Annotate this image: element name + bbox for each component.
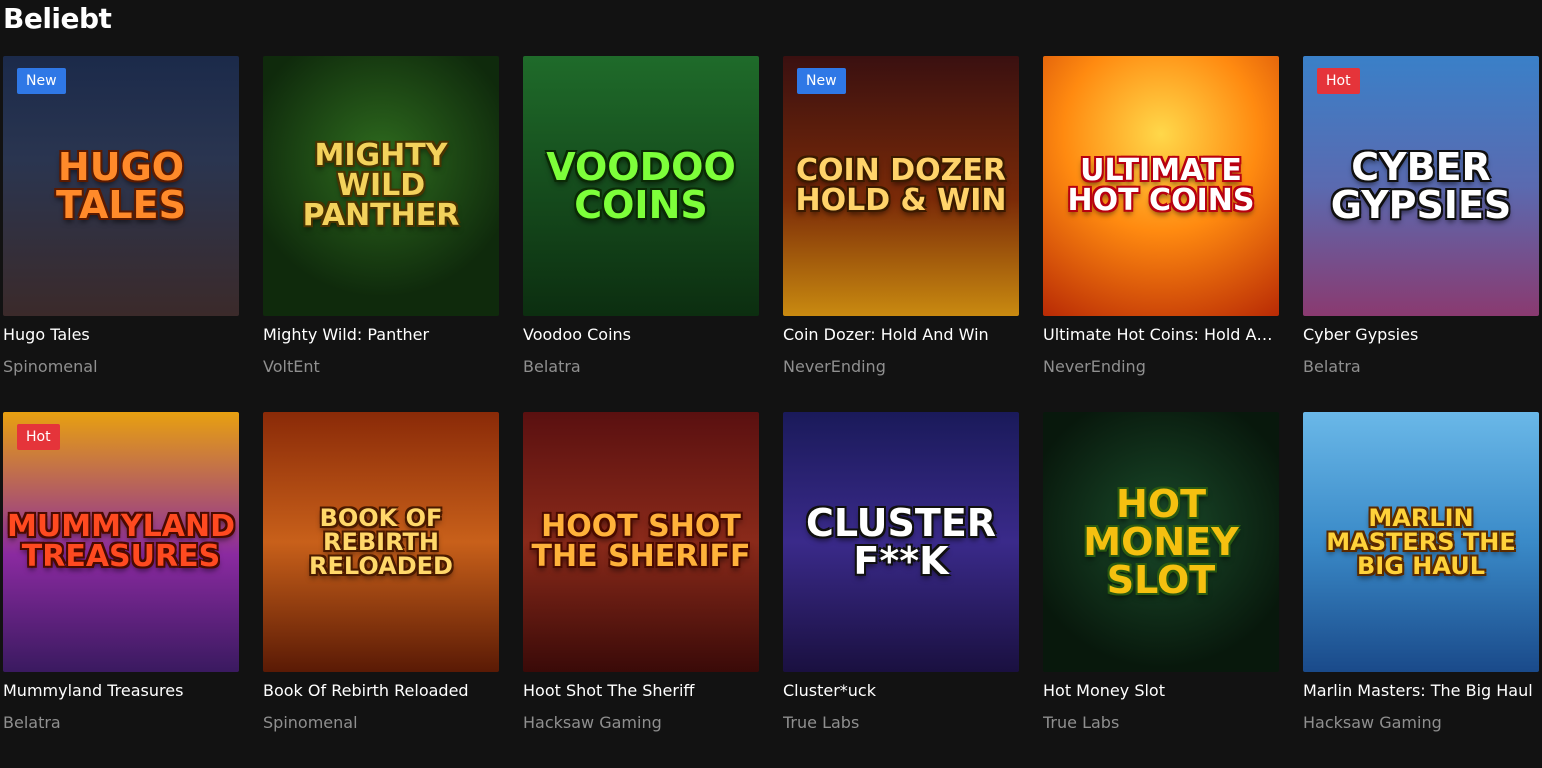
- game-card-10[interactable]: CLUSTER F**K Cluster*uck True Labs: [783, 412, 1019, 768]
- game-title[interactable]: Hot Money Slot: [1043, 681, 1279, 700]
- game-provider: Spinomenal: [263, 713, 358, 732]
- game-provider: Belatra: [3, 713, 61, 732]
- game-thumbnail[interactable]: BOOK OF REBIRTH Reloaded: [263, 412, 499, 672]
- game-logo-text: COIN DOZER HOLD & WIN: [795, 153, 1007, 218]
- game-logo-text: BOOK OF REBIRTH Reloaded: [309, 504, 453, 580]
- section-title: Beliebt: [3, 2, 112, 35]
- game-artwork: VOODOO COINS: [523, 56, 759, 316]
- game-title[interactable]: Hugo Tales: [3, 325, 239, 344]
- game-artwork: MARLIN MASTERS THE BIG HAUL: [1303, 412, 1539, 672]
- game-logo-text: ULTIMATE HOT COINS: [1067, 153, 1255, 218]
- game-provider: Hacksaw Gaming: [523, 713, 662, 732]
- game-artwork: BOOK OF REBIRTH Reloaded: [263, 412, 499, 672]
- game-provider: Hacksaw Gaming: [1303, 713, 1442, 732]
- game-thumbnail[interactable]: CLUSTER F**K: [783, 412, 1019, 672]
- game-provider: NeverEnding: [1043, 357, 1146, 376]
- game-card-9[interactable]: HOOT SHOT THE SHERIFF Hoot Shot The Sher…: [523, 412, 759, 768]
- game-badge: Hot: [1317, 68, 1360, 94]
- game-card-11[interactable]: HOT MONEY Slot Hot Money Slot True Labs: [1043, 412, 1279, 768]
- game-title[interactable]: Mighty Wild: Panther: [263, 325, 499, 344]
- game-logo-text: CLUSTER F**K: [805, 501, 997, 583]
- game-artwork: ULTIMATE HOT COINS: [1043, 56, 1279, 316]
- game-thumbnail[interactable]: MIGHTY WILD PANTHER: [263, 56, 499, 316]
- game-logo-text: MIGHTY WILD PANTHER: [302, 138, 460, 233]
- game-logo-text: MARLIN MASTERS THE BIG HAUL: [1326, 504, 1516, 580]
- game-thumbnail[interactable]: CYBER GYPSIES Hot: [1303, 56, 1539, 316]
- game-provider: NeverEnding: [783, 357, 886, 376]
- game-artwork: MIGHTY WILD PANTHER: [263, 56, 499, 316]
- game-title[interactable]: Mummyland Treasures: [3, 681, 239, 700]
- game-title[interactable]: Cluster*uck: [783, 681, 1019, 700]
- game-card-12[interactable]: MARLIN MASTERS THE BIG HAUL Marlin Maste…: [1303, 412, 1539, 768]
- game-thumbnail[interactable]: ULTIMATE HOT COINS: [1043, 56, 1279, 316]
- game-card-5[interactable]: ULTIMATE HOT COINS Ultimate Hot Coins: H…: [1043, 56, 1279, 412]
- game-logo-text: HUGO TALES: [56, 145, 186, 227]
- game-card-6[interactable]: CYBER GYPSIES Hot Cyber Gypsies Belatra: [1303, 56, 1539, 412]
- game-thumbnail[interactable]: HOT MONEY Slot: [1043, 412, 1279, 672]
- game-provider: True Labs: [1043, 713, 1120, 732]
- game-title[interactable]: Ultimate Hot Coins: Hold And ...: [1043, 325, 1279, 344]
- game-provider: VoltEnt: [263, 357, 320, 376]
- game-card-4[interactable]: COIN DOZER HOLD & WIN New Coin Dozer: Ho…: [783, 56, 1019, 412]
- game-thumbnail[interactable]: HUGO TALES New: [3, 56, 239, 316]
- game-provider: True Labs: [783, 713, 860, 732]
- game-card-7[interactable]: MUMMYLAND TREASURES Hot Mummyland Treasu…: [3, 412, 239, 768]
- game-title[interactable]: Marlin Masters: The Big Haul: [1303, 681, 1539, 700]
- game-card-2[interactable]: MIGHTY WILD PANTHER Mighty Wild: Panther…: [263, 56, 499, 412]
- game-provider: Belatra: [523, 357, 581, 376]
- game-title[interactable]: Cyber Gypsies: [1303, 325, 1539, 344]
- game-logo-text: VOODOO COINS: [546, 145, 736, 227]
- game-thumbnail[interactable]: VOODOO COINS: [523, 56, 759, 316]
- game-card-3[interactable]: VOODOO COINS Voodoo Coins Belatra: [523, 56, 759, 412]
- game-card-1[interactable]: HUGO TALES New Hugo Tales Spinomenal: [3, 56, 239, 412]
- game-badge: Hot: [17, 424, 60, 450]
- game-artwork: COIN DOZER HOLD & WIN: [783, 56, 1019, 316]
- game-title[interactable]: Voodoo Coins: [523, 325, 759, 344]
- game-logo-text: HOOT SHOT THE SHERIFF: [531, 509, 751, 574]
- game-artwork: CLUSTER F**K: [783, 412, 1019, 672]
- game-artwork: HOT MONEY Slot: [1043, 412, 1279, 672]
- game-thumbnail[interactable]: MUMMYLAND TREASURES Hot: [3, 412, 239, 672]
- game-artwork: CYBER GYPSIES: [1303, 56, 1539, 316]
- game-grid: HUGO TALES New Hugo Tales Spinomenal MIG…: [3, 56, 1539, 768]
- game-provider: Spinomenal: [3, 357, 98, 376]
- game-badge: New: [797, 68, 846, 94]
- game-logo-text: CYBER GYPSIES: [1330, 145, 1512, 227]
- game-logo-text: MUMMYLAND TREASURES: [7, 509, 235, 574]
- game-badge: New: [17, 68, 66, 94]
- game-thumbnail[interactable]: COIN DOZER HOLD & WIN New: [783, 56, 1019, 316]
- game-title[interactable]: Book Of Rebirth Reloaded: [263, 681, 499, 700]
- game-provider: Belatra: [1303, 357, 1361, 376]
- game-artwork: HUGO TALES: [3, 56, 239, 316]
- game-card-8[interactable]: BOOK OF REBIRTH Reloaded Book Of Rebirth…: [263, 412, 499, 768]
- game-artwork: MUMMYLAND TREASURES: [3, 412, 239, 672]
- game-thumbnail[interactable]: HOOT SHOT THE SHERIFF: [523, 412, 759, 672]
- game-logo-text: HOT MONEY Slot: [1083, 482, 1239, 602]
- game-artwork: HOOT SHOT THE SHERIFF: [523, 412, 759, 672]
- game-thumbnail[interactable]: MARLIN MASTERS THE BIG HAUL: [1303, 412, 1539, 672]
- game-title[interactable]: Coin Dozer: Hold And Win: [783, 325, 1019, 344]
- game-title[interactable]: Hoot Shot The Sheriff: [523, 681, 759, 700]
